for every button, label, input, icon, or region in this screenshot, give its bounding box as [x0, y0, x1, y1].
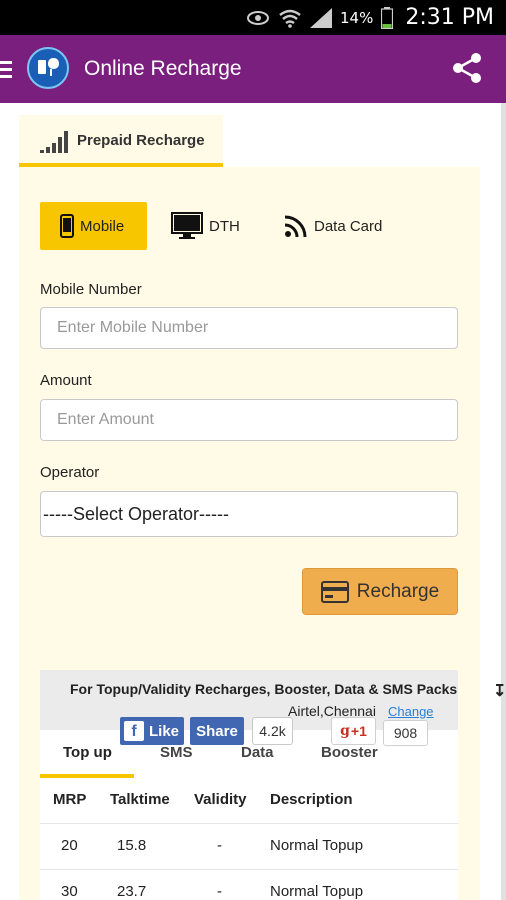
tab-prepaid-recharge[interactable]: Prepaid Recharge	[19, 115, 223, 167]
column-header: Talktime	[110, 791, 170, 808]
content-area[interactable]: Prepaid Recharge Mobile DTH Data Card Mo…	[0, 103, 506, 900]
menu-icon[interactable]	[0, 61, 12, 79]
column-header: MRP	[53, 791, 87, 808]
app-bar: Online Recharge	[0, 35, 506, 103]
mrp-cell: 30	[61, 883, 78, 900]
signal-bars-icon	[40, 131, 68, 153]
description-cell: Normal Topup	[270, 837, 364, 854]
amount-input[interactable]: Enter Amount	[40, 399, 458, 441]
facebook-like-button[interactable]: f Like	[120, 717, 184, 745]
google-plus-count: 908	[383, 720, 428, 746]
google-icon: g	[340, 723, 350, 739]
description-cell: Normal Topup	[270, 883, 364, 900]
arrow-down-icon[interactable]: ↧	[493, 681, 506, 701]
tab-booster[interactable]: Booster	[321, 744, 378, 761]
phone-icon	[60, 214, 74, 238]
scrollbar[interactable]	[501, 103, 506, 900]
mobile-type-label: Mobile	[80, 217, 125, 235]
facebook-share-button[interactable]: Share	[190, 717, 244, 745]
battery-percent: 14%	[340, 8, 374, 27]
recharge-button-label: Recharge	[356, 580, 440, 602]
battery-icon	[381, 6, 394, 29]
validity-cell: -	[217, 837, 222, 854]
eye-icon	[247, 10, 269, 25]
mobile-type-button[interactable]: Mobile	[40, 202, 147, 250]
app-title: Online Recharge	[84, 57, 242, 80]
status-bar: 14% 2:31 PM	[0, 0, 506, 35]
signal-icon	[310, 7, 332, 28]
mrp-cell: 20	[61, 837, 78, 854]
table-row[interactable]: 20 15.8 - Normal Topup	[40, 824, 458, 870]
change-link[interactable]: Change	[388, 704, 434, 719]
tv-icon	[171, 212, 203, 239]
credit-card-icon	[320, 580, 349, 603]
dth-type-label: DTH	[209, 217, 240, 235]
table-header-row: MRP Talktime Validity Description	[40, 778, 458, 824]
amount-label: Amount	[40, 372, 92, 389]
recharge-button[interactable]: Recharge	[302, 568, 458, 615]
tab-data[interactable]: Data	[241, 744, 274, 761]
google-plus-button[interactable]: g +1	[331, 717, 376, 745]
facebook-count: 4.2k	[252, 717, 293, 745]
operator-label: Operator	[40, 464, 100, 481]
table-row[interactable]: 30 23.7 - Normal Topup	[40, 870, 458, 900]
gplus-label: +1	[350, 723, 367, 739]
talktime-cell: 23.7	[117, 883, 147, 900]
column-header: Validity	[194, 791, 247, 808]
like-label: Like	[149, 722, 180, 740]
plans-header-title: For Topup/Validity Recharges, Booster, D…	[70, 681, 458, 697]
app-logo	[27, 47, 69, 89]
wifi-icon	[279, 9, 301, 28]
dth-type-button[interactable]: DTH	[171, 202, 240, 250]
facebook-icon: f	[124, 721, 144, 741]
share-icon[interactable]	[450, 51, 484, 85]
mobile-number-input[interactable]: Enter Mobile Number	[40, 307, 458, 349]
column-header: Description	[270, 791, 353, 808]
talktime-cell: 15.8	[117, 837, 147, 854]
data-card-type-button[interactable]: Data Card	[284, 202, 382, 250]
data-card-type-label: Data Card	[314, 217, 383, 235]
mobile-number-label: Mobile Number	[40, 281, 142, 298]
clock: 2:31 PM	[405, 5, 494, 30]
tab-label: Prepaid Recharge	[77, 132, 205, 149]
tab-sms[interactable]: SMS	[160, 744, 193, 761]
validity-cell: -	[217, 883, 222, 900]
operator-select[interactable]: -----Select Operator-----	[40, 491, 458, 537]
rss-icon	[284, 215, 307, 238]
tab-topup[interactable]: Top up	[63, 744, 112, 761]
